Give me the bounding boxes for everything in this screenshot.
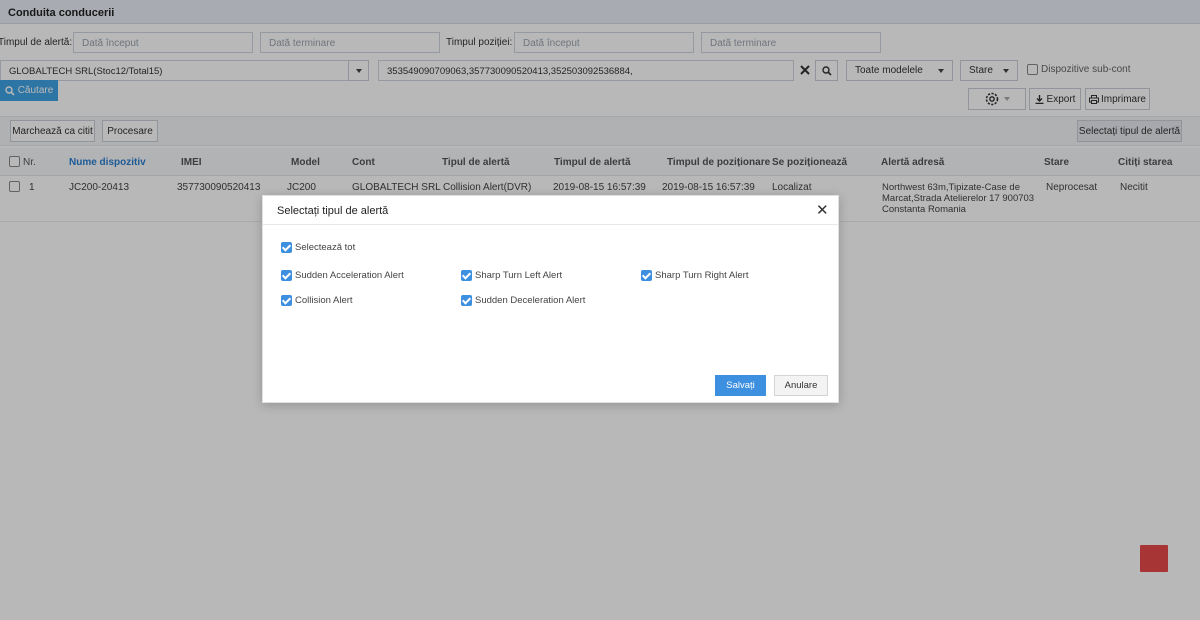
alert-type-dialog: Selectați tipul de alertă ✕ Selectează t… — [262, 195, 839, 403]
dialog-header: Selectați tipul de alertă ✕ — [263, 196, 838, 225]
cancel-button[interactable]: Anulare — [774, 375, 828, 396]
checkbox-checked-icon[interactable] — [641, 270, 652, 281]
checkbox-checked-icon[interactable] — [281, 270, 292, 281]
option-label: Collision Alert — [295, 295, 353, 306]
option-sudden-deceleration[interactable]: Sudden Deceleration Alert — [461, 295, 585, 306]
checkbox-checked-icon[interactable] — [461, 270, 472, 281]
option-collision[interactable]: Collision Alert — [281, 295, 353, 306]
option-sharp-turn-right[interactable]: Sharp Turn Right Alert — [641, 270, 748, 281]
checkbox-checked-icon[interactable] — [281, 242, 292, 253]
option-sudden-acceleration[interactable]: Sudden Acceleration Alert — [281, 270, 404, 281]
option-sharp-turn-left[interactable]: Sharp Turn Left Alert — [461, 270, 562, 281]
option-label: Sudden Deceleration Alert — [475, 295, 586, 306]
option-label: Sharp Turn Left Alert — [475, 270, 563, 281]
dialog-title: Selectați tipul de alertă — [277, 205, 389, 217]
option-label: Sudden Acceleration Alert — [295, 270, 404, 281]
select-all-label: Selectează tot — [295, 242, 356, 253]
save-button[interactable]: Salvați — [715, 375, 766, 396]
option-label: Sharp Turn Right Alert — [655, 270, 749, 281]
select-all-checkbox[interactable]: Selectează tot — [281, 242, 355, 253]
checkbox-checked-icon[interactable] — [461, 295, 472, 306]
checkbox-checked-icon[interactable] — [281, 295, 292, 306]
close-icon[interactable]: ✕ — [816, 203, 829, 218]
